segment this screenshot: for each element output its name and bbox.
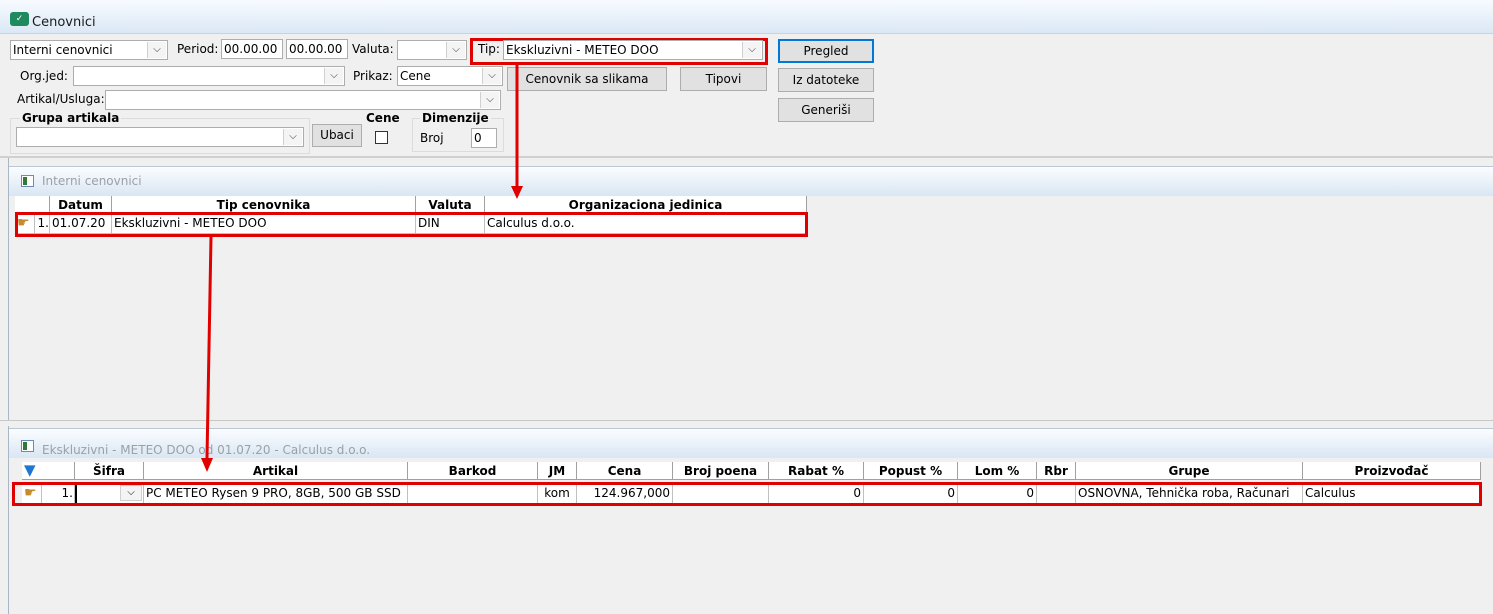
chevron-down-icon[interactable]: ⌵ xyxy=(742,42,761,58)
pregled-button[interactable]: Pregled xyxy=(778,39,874,63)
panel2-title: Ekskluzivni - METEO DOO od 01.07.20 - Ca… xyxy=(42,443,371,457)
list-type-value: Interni cenovnici xyxy=(13,43,113,57)
col-broj-poena[interactable]: Broj poena xyxy=(673,462,769,480)
period-to-input[interactable]: 00.00.00 xyxy=(286,39,348,59)
panel1-grid-area: Datum Tip cenovnika Valuta Organizaciona… xyxy=(9,196,1493,420)
filter-form: Interni cenovnici ⌵ Period: 00.00.00 00.… xyxy=(0,34,1493,156)
tip-value: Ekskluzivni - METEO DOO xyxy=(506,43,659,57)
prikaz-label: Prikaz: xyxy=(353,69,393,83)
tipovi-button[interactable]: Tipovi xyxy=(680,67,767,91)
tip-dropdown[interactable]: Ekskluzivni - METEO DOO ⌵ xyxy=(503,40,763,60)
chevron-down-icon[interactable]: ⌵ xyxy=(482,68,501,84)
grupa-artikala-title: Grupa artikala xyxy=(20,111,122,125)
artikal-dropdown[interactable]: ⌵ xyxy=(105,90,501,110)
iz-datoteke-button[interactable]: Iz datoteke xyxy=(778,68,874,92)
dimenzije-title: Dimenzije xyxy=(420,111,491,125)
col-proizvodjac[interactable]: Proizvođač xyxy=(1303,462,1481,480)
artikal-label: Artikal/Usluga: xyxy=(17,92,105,106)
filter-icon[interactable]: ▼ xyxy=(22,462,75,480)
cenovnik-sa-slikama-button[interactable]: Cenovnik sa slikama xyxy=(507,67,667,91)
col-barkod[interactable]: Barkod xyxy=(408,462,538,480)
row-highlight-box xyxy=(15,212,808,237)
valuta-label: Valuta: xyxy=(352,42,394,56)
panel2-grid-area: ▼ Šifra Artikal Barkod JM Cena Broj poen… xyxy=(9,462,1493,614)
stavke-table: ▼ Šifra Artikal Barkod JM Cena Broj poen… xyxy=(9,462,1489,506)
period-label: Period: xyxy=(177,42,219,56)
broj-label: Broj xyxy=(420,131,444,145)
title-bar: ✓ Cenovnici xyxy=(0,0,1493,34)
col-jm[interactable]: JM xyxy=(538,462,577,480)
stavke-cenovnika-panel: Ekskluzivni - METEO DOO od 01.07.20 - Ca… xyxy=(8,426,1493,614)
chevron-down-icon[interactable]: ⌵ xyxy=(480,92,499,108)
chevron-down-icon[interactable]: ⌵ xyxy=(324,68,343,84)
prikaz-value: Cene xyxy=(400,69,431,83)
prikaz-dropdown[interactable]: Cene ⌵ xyxy=(397,66,503,86)
col-grupe[interactable]: Grupe xyxy=(1076,462,1303,480)
cene-checkbox[interactable] xyxy=(375,131,388,144)
chevron-down-icon[interactable]: ⌵ xyxy=(283,129,302,145)
orgjed-label: Org.jed: xyxy=(20,69,68,83)
chevron-down-icon[interactable]: ⌵ xyxy=(147,42,166,58)
window-title: Cenovnici xyxy=(32,15,96,30)
col-artikal[interactable]: Artikal xyxy=(144,462,408,480)
grid-icon xyxy=(21,175,34,187)
generisi-button[interactable]: Generiši xyxy=(778,98,874,122)
interni-cenovnici-table: Datum Tip cenovnika Valuta Organizaciona… xyxy=(9,196,809,237)
period-from-input[interactable]: 00.00.00 xyxy=(221,39,283,59)
panel2-header: Ekskluzivni - METEO DOO od 01.07.20 - Ca… xyxy=(9,428,1493,458)
broj-input[interactable]: 0 xyxy=(471,128,497,148)
interni-cenovnici-panel: Interni cenovnici Datum Tip cenovnika Va… xyxy=(8,158,1493,420)
col-rabat[interactable]: Rabat % xyxy=(769,462,864,480)
price-list-app-icon: ✓ xyxy=(10,12,29,26)
panel1-title: Interni cenovnici xyxy=(42,174,142,188)
valuta-dropdown[interactable]: ⌵ xyxy=(397,40,467,60)
col-cena[interactable]: Cena xyxy=(577,462,673,480)
col-popust[interactable]: Popust % xyxy=(864,462,958,480)
list-type-dropdown[interactable]: Interni cenovnici ⌵ xyxy=(10,40,168,60)
grid-icon xyxy=(21,440,34,452)
row-highlight-box xyxy=(12,482,1482,506)
col-sifra[interactable]: Šifra xyxy=(75,462,144,480)
chevron-down-icon[interactable]: ⌵ xyxy=(446,42,465,58)
panel1-header: Interni cenovnici xyxy=(9,166,1493,196)
col-lom[interactable]: Lom % xyxy=(958,462,1037,480)
cene-title: Cene xyxy=(364,111,402,125)
col-rbr[interactable]: Rbr xyxy=(1037,462,1076,480)
ubaci-button[interactable]: Ubaci xyxy=(312,124,362,147)
grupa-artikala-dropdown[interactable]: ⌵ xyxy=(16,127,304,147)
tip-label: Tip: xyxy=(478,42,500,56)
orgjed-dropdown[interactable]: ⌵ xyxy=(73,66,345,86)
